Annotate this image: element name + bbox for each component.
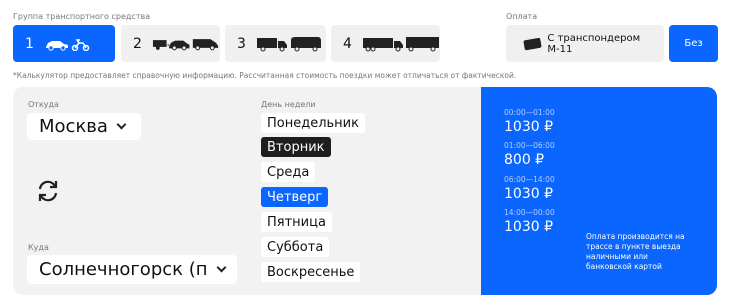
- disclaimer-text: *Калькулятор предоставляет справочную ин…: [13, 71, 517, 80]
- transponder-icon: [523, 37, 543, 50]
- payment-label: Оплата: [506, 12, 538, 21]
- tariff-price: 1030 ₽: [504, 186, 553, 202]
- vehicle-group-number: 1: [25, 35, 34, 52]
- day-thursday[interactable]: Четверг: [261, 187, 329, 207]
- day-sunday[interactable]: Воскресенье: [261, 262, 361, 282]
- day-saturday[interactable]: Суббота: [261, 237, 330, 257]
- swap-route-icon[interactable]: [35, 178, 61, 204]
- from-label: Откуда: [28, 100, 59, 109]
- payment-note: Оплата производится на трассе в пункте в…: [586, 232, 685, 271]
- to-value: Солнечногорск (п: [39, 259, 208, 280]
- vehicle-group-3-button[interactable]: 3: [225, 25, 326, 62]
- transponder-label: С транспондером М-11: [547, 32, 641, 55]
- car-trailer-van-icon: [152, 38, 219, 50]
- tariff-price: 800 ₽: [504, 152, 545, 168]
- tariff-time: 06:00—14:00: [504, 175, 555, 184]
- weekday-label: День недели: [261, 100, 316, 109]
- truck-bus-icon: [256, 36, 321, 51]
- ticket-perforation: [475, 87, 487, 295]
- tariff-price: 1030 ₽: [504, 219, 553, 235]
- day-wednesday[interactable]: Среда: [261, 162, 316, 182]
- tariff-time: 01:00—06:00: [504, 141, 555, 150]
- from-value: Москва: [39, 116, 108, 137]
- tariff-price: 1030 ₽: [504, 119, 553, 135]
- transponder-option[interactable]: С транспондером М-11: [506, 25, 664, 62]
- to-select[interactable]: Солнечногорск (п: [27, 255, 237, 284]
- tariff-time: 00:00—01:00: [504, 108, 555, 117]
- to-label: Куда: [28, 243, 49, 252]
- tariff-time: 14:00—00:00: [504, 208, 555, 217]
- vehicle-group-number: 4: [343, 35, 352, 52]
- day-monday[interactable]: Понедельник: [261, 113, 365, 133]
- day-friday[interactable]: Пятница: [261, 212, 332, 232]
- vehicle-group-label: Группа транспортного средства: [13, 12, 151, 21]
- no-transponder-button[interactable]: Без: [669, 25, 718, 62]
- vehicle-group-number: 2: [133, 35, 142, 52]
- vehicle-group-1-button[interactable]: 1: [13, 25, 115, 62]
- vehicle-group-2-button[interactable]: 2: [121, 25, 220, 62]
- vehicle-group-4-button[interactable]: 4: [331, 25, 440, 62]
- day-tuesday[interactable]: Вторник: [261, 137, 331, 157]
- car-motorcycle-icon: [45, 38, 90, 51]
- chevron-down-icon: [216, 262, 226, 272]
- heavy-truck-icon: [362, 36, 439, 51]
- vehicle-group-number: 3: [237, 35, 246, 52]
- from-select[interactable]: Москва: [27, 113, 141, 140]
- chevron-down-icon: [116, 119, 127, 129]
